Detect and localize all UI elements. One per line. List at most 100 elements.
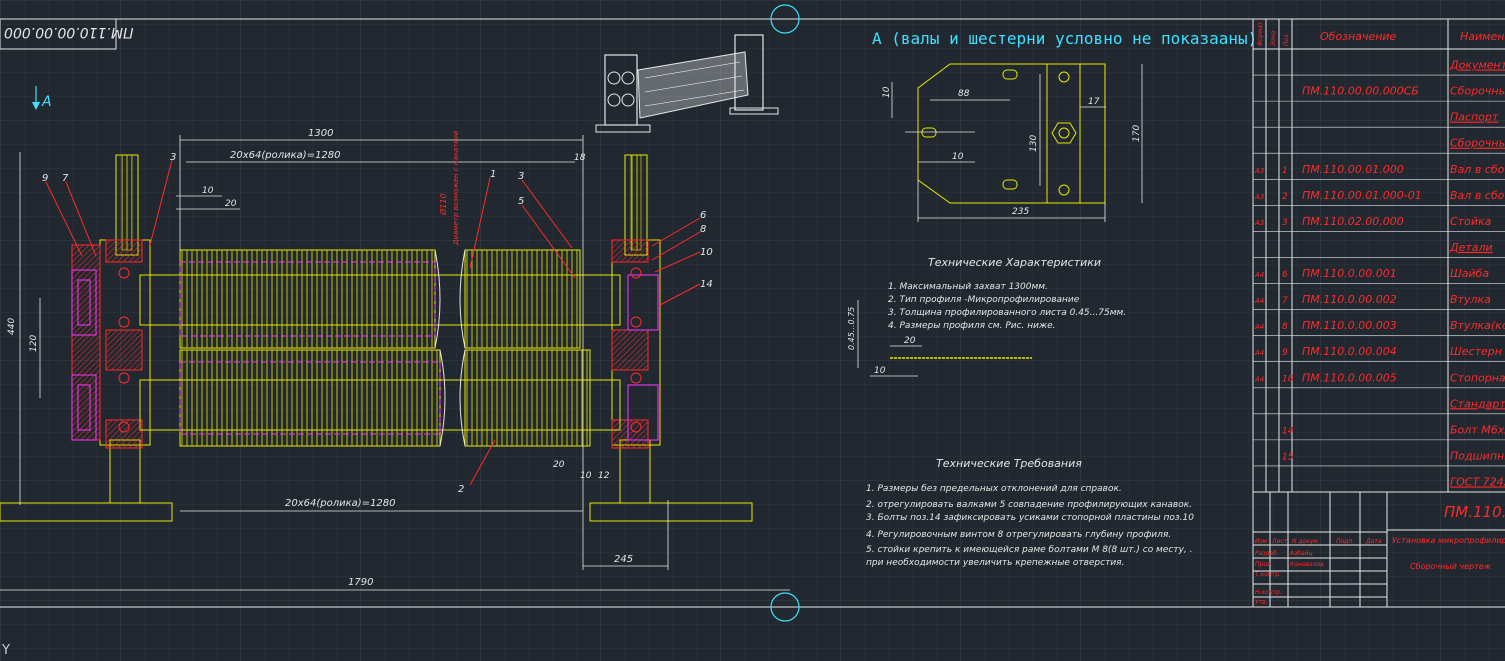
tb-role-4: Н.контр. xyxy=(1255,589,1282,596)
tech-reqs-title: Технические Требования xyxy=(936,457,1082,470)
callout-3-right: 3 xyxy=(518,171,524,182)
tech-char-4: 4. Размеры профиля см. Рис. ниже. xyxy=(888,321,1056,331)
va-dim-10b: 10 xyxy=(882,86,892,98)
spec-cell-pos: 9 xyxy=(1282,348,1288,358)
va-dim-235: 235 xyxy=(1012,207,1029,217)
spec-header-format: Формат xyxy=(1257,21,1264,46)
va-dim-10: 10 xyxy=(952,152,964,162)
dim-245: 245 xyxy=(614,554,633,565)
spec-cell-designation: ПМ.110.0.00.001 xyxy=(1302,267,1397,280)
callout-9: 9 xyxy=(42,173,48,184)
spec-cell-designation: ПМ.110.00.00.000СБ xyxy=(1302,85,1419,98)
spec-cell-designation: ПМ.110.00.01.000-01 xyxy=(1302,189,1422,202)
spec-cell-pos: 2 xyxy=(1282,192,1288,202)
callout-6: 6 xyxy=(700,210,706,221)
tb-header-doc: N докум. xyxy=(1292,538,1320,545)
tb-role-5: Утв. xyxy=(1255,599,1268,606)
roller-bottom xyxy=(179,349,591,447)
spec-cell-pos: 3 xyxy=(1282,218,1288,228)
va-dim-130: 130 xyxy=(1029,135,1039,152)
ucs-axis-label: Y xyxy=(1,643,10,658)
spec-cell-format: А4 xyxy=(1254,297,1264,305)
tech-req-3: 3. Болты поз.14 зафиксировать усиками ст… xyxy=(866,513,1194,523)
dim-18: 18 xyxy=(574,153,586,163)
spec-cell-name: Сборочные xyxy=(1450,137,1505,150)
profile-dim-10: 10 xyxy=(874,366,886,376)
spec-cell-name: Стандарт xyxy=(1450,397,1505,410)
va-dim-17: 17 xyxy=(1088,97,1100,107)
tech-req-4: 4. Регулировочным винтом 8 отрегулироват… xyxy=(866,530,1171,540)
spec-cell-designation: ПМ.110.02.00.000 xyxy=(1302,215,1404,228)
view-mark-label: A xyxy=(41,94,52,110)
spec-cell-pos: 7 xyxy=(1282,296,1288,306)
tb-role-2: Пров. xyxy=(1255,561,1273,568)
spec-cell-name: ГОСТ 7242-8 xyxy=(1450,475,1505,488)
roller-top xyxy=(179,249,581,349)
dim-12: 12 xyxy=(598,471,610,481)
dim-20: 20 xyxy=(225,199,237,209)
tb-name-1: Азбайц xyxy=(1289,550,1313,557)
spec-header-pos: Поз. xyxy=(1283,33,1290,46)
spec-cell-name: Втулка xyxy=(1450,293,1491,306)
top-code-text: ПМ.110.00.00.000 xyxy=(4,24,134,40)
spec-cell-format: А3 xyxy=(1254,167,1264,175)
dim-10b: 10 xyxy=(580,471,592,481)
profile-dim-20: 20 xyxy=(904,336,916,346)
callout-8: 8 xyxy=(700,224,706,235)
view-a-title: А (валы и шестерни условно не показааны) xyxy=(872,29,1257,48)
tech-req-2: 2. отрегулировать валками 5 совпадение п… xyxy=(866,500,1192,510)
spec-cell-name: Болт М6х20 xyxy=(1450,423,1505,436)
title-block-doc-type: Сборочный чертеж xyxy=(1410,562,1492,571)
spec-cell-format: А3 xyxy=(1254,193,1264,201)
spec-cell-name: Подшипник xyxy=(1450,449,1505,462)
spec-cell-pos: 15 xyxy=(1282,452,1294,462)
callout-14: 14 xyxy=(700,279,713,290)
tb-name-2: Коновалов xyxy=(1290,561,1324,568)
callout-7: 7 xyxy=(62,173,69,184)
tech-req-6: при необходимости увеличить крепежные от… xyxy=(866,558,1124,568)
spec-cell-pos: 1 xyxy=(1282,166,1288,176)
callout-3-left: 3 xyxy=(170,152,176,163)
drawing-canvas[interactable]: ПМ.110.00.00.000 A 1300 20х64(ролика)=12… xyxy=(0,0,1505,661)
tech-char-2: 2. Тип профиля -Микропрофилирование xyxy=(888,295,1080,305)
tb-header-list: Лист xyxy=(1271,538,1288,545)
spec-header-designation: Обозначение xyxy=(1320,30,1397,43)
dim-1790: 1790 xyxy=(348,577,373,588)
tb-role-3: Т.контр. xyxy=(1255,571,1281,578)
spec-cell-format: А3 xyxy=(1254,219,1264,227)
spec-cell-designation: ПМ.110.0.00.004 xyxy=(1302,345,1397,358)
dim-d110: Ø110 xyxy=(438,193,448,216)
tech-req-1: 1. Размеры без предельных отклонений для… xyxy=(866,484,1122,494)
spec-cell-pos: 8 xyxy=(1282,322,1288,332)
spec-header-name: Наименование xyxy=(1460,30,1505,43)
spec-cell-name: Документация xyxy=(1449,59,1505,72)
spec-header-zone: Зона xyxy=(1270,31,1277,46)
dim-120: 120 xyxy=(29,335,39,352)
spec-cell-format: А4 xyxy=(1254,271,1264,279)
spec-cell-designation: ПМ.110.0.00.002 xyxy=(1302,293,1397,306)
profile-thk: 0.45...0.75 xyxy=(847,307,856,350)
spec-cell-name: Паспорт xyxy=(1450,111,1499,124)
tech-char-3: 3. Толщина профилированного листа 0.45..… xyxy=(888,308,1126,318)
spec-cell-designation: ПМ.110.0.00.003 xyxy=(1302,319,1397,332)
dim-1300: 1300 xyxy=(308,128,333,139)
spec-cell-name: Вал в сбо xyxy=(1450,163,1505,176)
spec-cell-format: А4 xyxy=(1254,375,1264,383)
spec-cell-name: Сборочный xyxy=(1450,85,1505,98)
dim-20x64-bottom: 20х64(ролика)=1280 xyxy=(285,498,396,509)
spec-cell-format: А4 xyxy=(1254,323,1264,331)
spec-cell-designation: ПМ.110.00.01.000 xyxy=(1302,163,1404,176)
callout-2: 2 xyxy=(458,484,464,495)
spec-cell-name: Вал в сбо xyxy=(1450,189,1505,202)
cad-viewport[interactable]: ПМ.110.00.00.000 A 1300 20х64(ролика)=12… xyxy=(0,0,1505,661)
tech-req-5: 5. стойки крепить к имеющейся раме болта… xyxy=(866,545,1193,555)
tb-role-1: Разраб. xyxy=(1255,550,1279,557)
title-block-product: Установка микропрофилиров профиль 20х1 xyxy=(1392,536,1505,545)
callout-1: 1 xyxy=(490,169,496,180)
spec-cell-designation: ПМ.110.0.00.005 xyxy=(1302,371,1397,384)
spec-cell-pos: 14 xyxy=(1282,426,1294,436)
tb-header-izm: Изм xyxy=(1255,538,1268,545)
dim-10: 10 xyxy=(202,186,214,196)
callout-10: 10 xyxy=(700,247,713,258)
spec-cell-name: Шестерн xyxy=(1450,345,1502,358)
